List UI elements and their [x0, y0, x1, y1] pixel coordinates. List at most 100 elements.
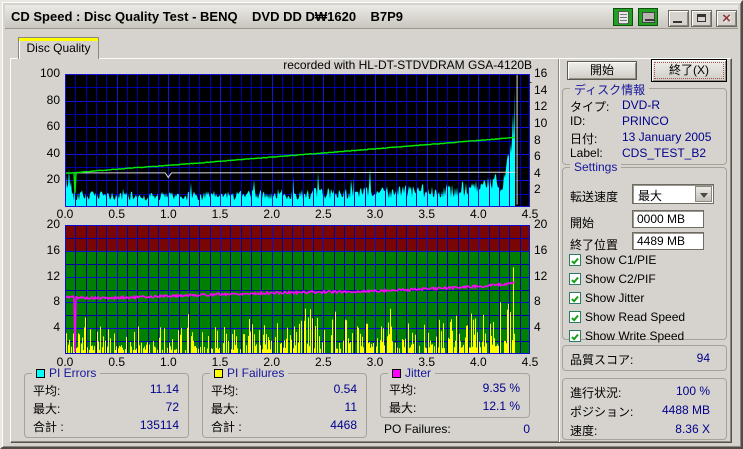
- settings-caption: Settings: [570, 160, 621, 174]
- disc-id-value: PRINCO: [622, 114, 669, 128]
- start-pos-label: 開始: [570, 214, 594, 231]
- checkbox-show-c1-pie[interactable]: Show C1/PIE: [569, 253, 727, 268]
- close-button[interactable]: ×: [716, 10, 737, 27]
- axis-tick-label: 4: [534, 321, 541, 334]
- start-pos-field[interactable]: 0000 MB: [632, 210, 704, 228]
- chevron-down-icon[interactable]: [695, 186, 712, 202]
- speed-value: 8.36 X: [602, 422, 710, 436]
- total-value: 135114: [140, 418, 179, 432]
- checkbox-show-read-speed[interactable]: Show Read Speed: [569, 310, 727, 325]
- disc-type-label: タイプ:: [570, 98, 609, 115]
- restore-icon: [697, 14, 706, 22]
- max-label: 最大:: [389, 399, 416, 416]
- progress-value: 100 %: [602, 384, 710, 398]
- checkbox-icon: [569, 254, 581, 266]
- checkbox-show-jitter[interactable]: Show Jitter: [569, 291, 727, 306]
- axis-tick-label: 12: [534, 100, 547, 113]
- end-pos-field[interactable]: 4489 MB: [632, 232, 704, 250]
- total-label: 合計 :: [211, 418, 242, 435]
- po-failures-row: PO Failures: 0: [384, 422, 530, 438]
- checkbox-icon: [569, 273, 581, 285]
- axis-tick-label: 2.5: [306, 208, 340, 221]
- start-button[interactable]: 開始: [567, 61, 637, 80]
- close-icon: ×: [717, 11, 736, 26]
- disc-date-label: 日付:: [570, 130, 597, 147]
- avg-value: 9.35 %: [483, 381, 520, 395]
- app-window: CD Speed : Disc Quality Test - BENQ DVD …: [0, 0, 743, 449]
- axis-tick-label: 16: [534, 67, 547, 80]
- axis-tick-label: 4.0: [461, 208, 495, 221]
- axis-tick-label: 12: [534, 270, 547, 283]
- axis-tick-label: 4: [34, 321, 60, 334]
- axis-tick-label: 8: [534, 295, 541, 308]
- panel-separator: [558, 59, 560, 442]
- axis-tick-label: 16: [534, 244, 547, 257]
- disc-id-label: ID:: [570, 114, 585, 128]
- axis-tick-label: 1.5: [203, 208, 237, 221]
- axis-tick-label: 1.0: [151, 208, 185, 221]
- axis-tick-label: 80: [34, 94, 60, 107]
- axis-tick-label: 2.0: [255, 208, 289, 221]
- avg-label: 平均:: [33, 382, 60, 399]
- axis-tick-label: 3.0: [358, 208, 392, 221]
- max-label: 最大:: [211, 400, 238, 417]
- axis-tick-label: 8: [34, 295, 60, 308]
- restore-button[interactable]: [691, 10, 712, 27]
- transfer-rate-label: 転送速度: [570, 188, 618, 205]
- transfer-rate-select[interactable]: 最大: [632, 184, 714, 204]
- tab-disc-quality[interactable]: Disc Quality: [18, 37, 99, 59]
- max-value: 11: [345, 400, 357, 414]
- axis-tick-label: 0.5: [100, 356, 134, 369]
- disc-label-value: CDS_TEST_B2: [622, 146, 706, 160]
- total-value: 4468: [330, 418, 357, 432]
- pi-failures-swatch: [214, 369, 223, 378]
- disc-date-value: 13 January 2005: [622, 130, 711, 144]
- minimize-icon: [673, 21, 682, 23]
- axis-tick-label: 4.0: [461, 356, 495, 369]
- axis-tick-label: 14: [534, 84, 547, 97]
- max-value: 12.1 %: [483, 399, 520, 413]
- transfer-rate-value: 最大: [638, 187, 662, 204]
- axis-tick-label: 3.5: [410, 208, 444, 221]
- max-label: 最大:: [33, 400, 60, 417]
- axis-tick-label: 4: [534, 167, 541, 180]
- minimize-button[interactable]: [668, 10, 689, 27]
- disc-type-value: DVD-R: [622, 98, 660, 112]
- end-pos-label: 終了位置: [570, 236, 618, 253]
- tab-label: Disc Quality: [26, 41, 90, 55]
- report-icon[interactable]: [613, 8, 633, 26]
- quality-score-value: 94: [602, 351, 710, 365]
- max-value: 72: [166, 400, 179, 414]
- checkbox-show-c2-pif[interactable]: Show C2/PIF: [569, 272, 727, 287]
- report-icon-page: [618, 11, 629, 24]
- pi-errors-stats-box: PI Errors 平均:11.14 最大:72 合計 :135114: [24, 373, 189, 438]
- jitter-swatch: [392, 369, 401, 378]
- active-tab-highlight: [19, 38, 98, 41]
- checkbox-show-write-speed[interactable]: Show Write Speed: [569, 329, 727, 344]
- pi-errors-title: PI Errors: [49, 366, 96, 380]
- axis-tick-label: 3.0: [358, 356, 392, 369]
- axis-tick-label: 20: [34, 173, 60, 186]
- checkbox-icon: [569, 292, 581, 304]
- axis-tick-label: 16: [34, 244, 60, 257]
- disc-label-label: Label:: [570, 146, 603, 160]
- axis-tick-label: 1.0: [151, 356, 185, 369]
- disc-info-caption: ディスク情報: [570, 81, 649, 98]
- axis-tick-label: 4.5: [513, 356, 547, 369]
- drive-icon[interactable]: [638, 8, 658, 26]
- exit-button[interactable]: 終了(X): [651, 59, 727, 82]
- window-title: CD Speed : Disc Quality Test - BENQ DVD …: [11, 9, 403, 24]
- axis-tick-label: 20: [534, 218, 547, 231]
- speed-label: 速度:: [570, 422, 597, 439]
- axis-tick-label: 40: [34, 147, 60, 160]
- total-label: 合計 :: [33, 418, 64, 435]
- axis-tick-label: 6: [534, 150, 541, 163]
- title-bar[interactable]: CD Speed : Disc Quality Test - BENQ DVD …: [5, 5, 738, 29]
- drive-icon-slot: [642, 12, 655, 23]
- avg-value: 11.14: [150, 382, 179, 396]
- axis-tick-label: 2: [534, 183, 541, 196]
- pi-failures-stats-box: PI Failures 平均:0.54 最大:11 合計 :4468: [202, 373, 367, 438]
- checkbox-icon: [569, 330, 581, 342]
- avg-label: 平均:: [211, 382, 238, 399]
- po-failures-value: 0: [523, 422, 530, 436]
